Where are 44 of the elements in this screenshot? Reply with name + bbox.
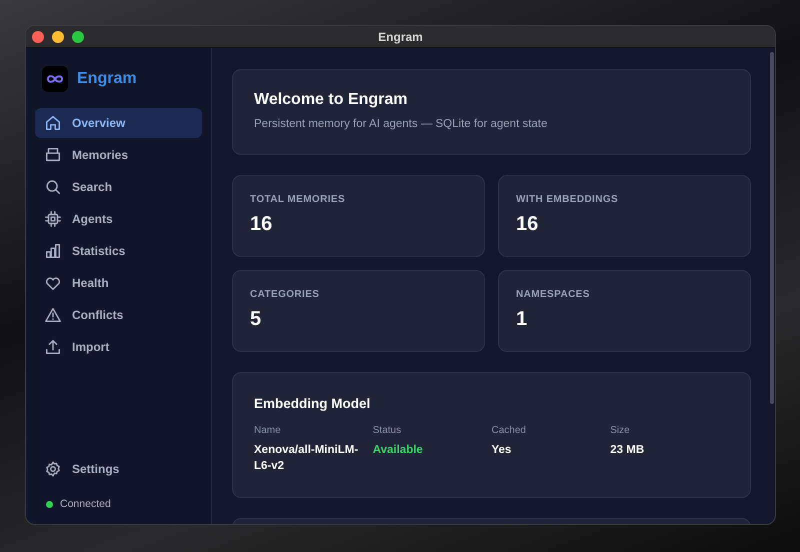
stat-value: 16: [250, 213, 274, 236]
nav-item[interactable]: Conflicts: [35, 300, 202, 330]
card-title: Embedding Model: [254, 396, 372, 411]
app-name: Engram: [77, 70, 137, 88]
stat-value: 5: [250, 308, 262, 331]
nav-item[interactable]: Health: [35, 268, 202, 298]
house-icon: [44, 114, 62, 132]
warning-icon: [44, 306, 62, 324]
field-label: Cached: [492, 425, 527, 436]
stat-value: 16: [516, 213, 540, 236]
logo-icon: [42, 66, 68, 92]
close-button[interactable]: [32, 31, 44, 43]
bar-chart-icon: [44, 242, 62, 260]
zoom-button[interactable]: [72, 31, 84, 43]
nav-item[interactable]: Import: [35, 332, 202, 362]
nav-item[interactable]: Statistics: [35, 236, 202, 266]
stat-label: CATEGORIES: [250, 289, 320, 300]
connection-status: Connected: [60, 498, 111, 510]
stat-label: TOTAL MEMORIES: [250, 194, 346, 205]
stat-value: 1: [516, 308, 528, 331]
minimize-button[interactable]: [52, 31, 64, 43]
field-label: Name: [254, 425, 282, 436]
settings-icon: [44, 460, 62, 478]
stat-label: WITH EMBEDDINGS: [516, 194, 620, 205]
status-value: Available: [372, 443, 424, 458]
welcome-subtitle: Persistent memory for AI agents — SQLite for agent state: [254, 118, 548, 130]
scrollbar[interactable]: [770, 52, 774, 404]
storage-icon: [44, 146, 62, 164]
field-label: Status: [372, 425, 402, 436]
nav-item[interactable]: Agents: [35, 204, 202, 234]
window-title: Engram: [378, 30, 423, 44]
upload-icon: [44, 338, 62, 356]
chip-icon: [44, 210, 62, 228]
nav-item[interactable]: Settings: [35, 454, 202, 484]
field-value: Xenova/all-MiniLM-L6-v2: [254, 443, 360, 474]
field-value: 23 MB: [610, 443, 646, 458]
field-value: Yes: [492, 443, 512, 458]
search-icon: [44, 178, 62, 196]
nav-item[interactable]: Search: [35, 172, 202, 202]
stat-label: NAMESPACES: [516, 289, 591, 300]
nav-item[interactable]: Overview: [35, 108, 202, 138]
welcome-title: Welcome to Engram: [254, 91, 409, 109]
nav-item[interactable]: Memories: [35, 140, 202, 170]
field-label: Size: [610, 425, 631, 436]
